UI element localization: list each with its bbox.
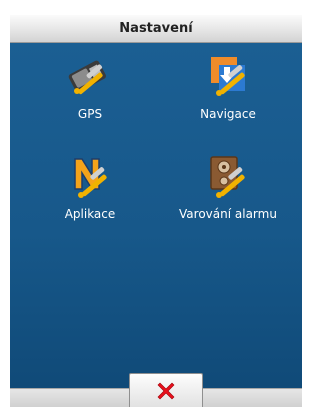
tile-label: Aplikace <box>64 207 116 221</box>
close-button[interactable] <box>129 373 203 407</box>
navigation-settings-icon <box>211 57 245 96</box>
tile-aplikace[interactable]: Aplikace <box>30 151 150 236</box>
title-bar: Nastavení <box>10 15 302 43</box>
tile-varovani-alarmu[interactable]: Varování alarmu <box>168 151 288 236</box>
tile-label: Navigace <box>200 107 256 121</box>
tile-gps[interactable]: GPS <box>30 51 150 136</box>
tile-label: GPS <box>77 107 103 121</box>
gps-settings-icon <box>68 60 106 95</box>
alarm-warning-settings-icon <box>210 156 245 198</box>
application-settings-icon <box>74 158 107 198</box>
close-icon <box>157 382 175 400</box>
tile-navigace[interactable]: Navigace <box>168 51 288 136</box>
window-title: Nastavení <box>119 21 193 36</box>
settings-grid: GPS Navigace Aplikace Varování alarmu <box>10 43 302 388</box>
settings-window: Nastavení GPS Navigace Aplikace Varování… <box>10 15 302 407</box>
tile-label: Varování alarmu <box>179 207 277 221</box>
